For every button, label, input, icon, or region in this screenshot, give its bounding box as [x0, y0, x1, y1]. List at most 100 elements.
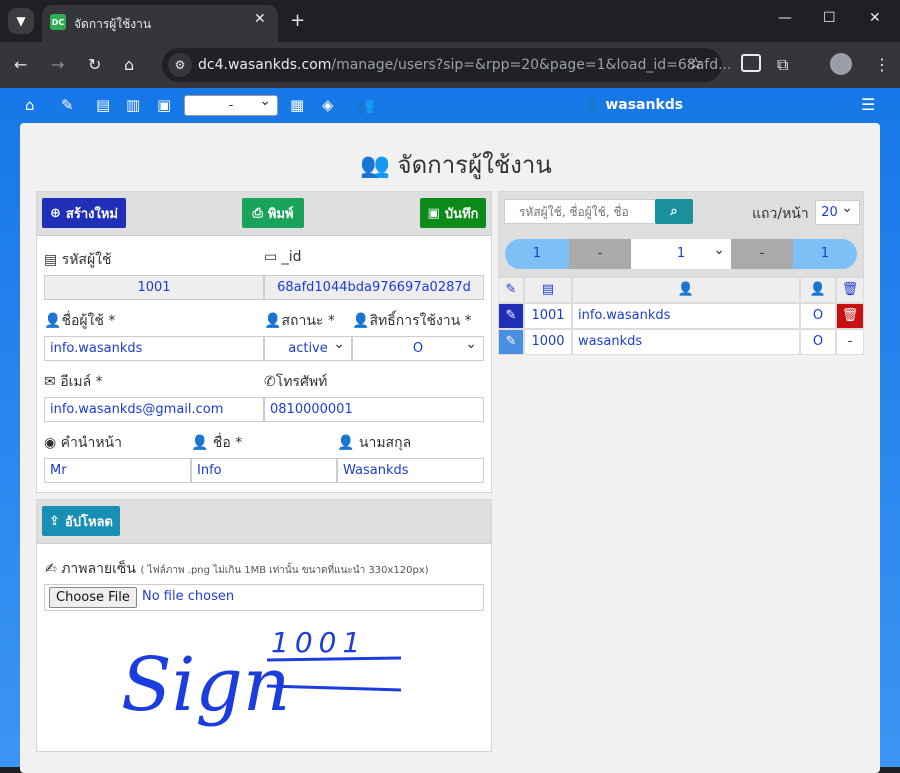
url-path: /manage/users?sip=&rpp=20&page=1&load_id…	[331, 57, 732, 73]
pager-last[interactable]: 1	[793, 239, 857, 269]
signature-hint: ( ไฟล์ภาพ .png ไม่เกิน 1MB เท่านั้น ขนาด…	[140, 565, 429, 576]
user-icon: 👤	[337, 435, 359, 451]
address-bar[interactable]: ⚙ dc4.wasankds.com/manage/users?sip=&rpp…	[162, 48, 731, 82]
username-field[interactable]: info.wasankds	[44, 336, 264, 361]
email-label: อีเมล์ *	[60, 374, 103, 390]
userid-field[interactable]: 1001	[44, 275, 264, 300]
tab-search-button[interactable]: ▼	[8, 8, 34, 34]
print-label: พิมพ์	[267, 206, 294, 222]
delete-row-button[interactable]: 🗑	[836, 303, 864, 329]
user-icon: 👤	[583, 97, 606, 113]
print-icon: ⎙	[252, 205, 263, 221]
users-gear-icon: 👥	[360, 151, 398, 179]
role-select[interactable]: O	[352, 336, 484, 361]
row-role: O	[800, 303, 836, 329]
edit-row-button[interactable]: ✎	[498, 303, 524, 329]
userid-label-wrap: ▤ รหัสผู้ใช้	[44, 249, 112, 271]
upload-icon: ⇪	[49, 513, 60, 529]
file-input[interactable]: Choose File No file chosen	[44, 584, 484, 611]
id-badge-icon: ▭	[264, 249, 282, 265]
prefix-field[interactable]: Mr	[44, 458, 191, 483]
reload-icon[interactable]: ↻	[88, 55, 101, 74]
signature-stroke-top	[266, 656, 402, 662]
minimize-icon[interactable]: —	[778, 10, 792, 26]
save-button[interactable]: ▣ บันทึก	[420, 198, 486, 228]
search-button[interactable]: ⌕	[655, 199, 693, 224]
home-icon[interactable]: ⌂	[124, 55, 134, 74]
upload-button[interactable]: ⇪ อัปโหลด	[42, 506, 120, 536]
tab-title: จัดการผู้ใช้งาน	[74, 17, 152, 31]
search-icon: ⌕	[670, 204, 678, 219]
pager-next[interactable]: -	[731, 239, 793, 269]
money-icon[interactable]: ▣	[157, 96, 171, 114]
pager-first[interactable]: 1	[505, 239, 569, 269]
extensions-icon[interactable]: ⧉	[777, 55, 788, 75]
file-icon[interactable]: ▤	[96, 96, 110, 114]
userid-label: รหัสผู้ใช้	[61, 252, 112, 268]
new-tab-button[interactable]: +	[290, 10, 305, 31]
row-id: 1001	[524, 303, 572, 329]
email-field[interactable]: info.wasankds@gmail.com	[44, 397, 264, 422]
col-edit-icon: ✎	[498, 277, 524, 303]
calendar-icon[interactable]: ▦	[290, 96, 304, 114]
row-username: info.wasankds	[572, 303, 800, 329]
maximize-icon[interactable]: ☐	[823, 10, 836, 26]
phone-field[interactable]: 0810000001	[264, 397, 484, 422]
document-icon[interactable]: ▥	[126, 96, 140, 114]
search-input[interactable]	[504, 199, 656, 224]
row-delete-disabled: -	[836, 329, 864, 355]
upload-label: อัปโหลด	[64, 514, 113, 530]
id-field[interactable]: 68afd1044bda976697a0287d	[264, 275, 484, 300]
nav-select[interactable]: -	[184, 92, 278, 116]
name-field[interactable]: Info	[191, 458, 337, 483]
bookmark-star-icon[interactable]: ☆	[688, 54, 703, 74]
users-icon[interactable]: 👥	[356, 96, 375, 114]
user-icon: 👤	[191, 435, 213, 451]
home-nav-icon[interactable]: ⌂	[25, 96, 35, 114]
plus-icon: ⊕	[50, 205, 61, 221]
col-user-icon: 👤	[572, 277, 800, 303]
profile-avatar[interactable]	[830, 53, 852, 75]
back-icon[interactable]: ←	[14, 55, 27, 74]
choose-file-button[interactable]: Choose File	[49, 587, 137, 608]
role-label-wrap: 👤สิทธิ์การใช้งาน *	[352, 310, 472, 332]
user-check-icon: 👤	[264, 313, 282, 329]
phone-icon: ✆	[264, 374, 276, 390]
row-id: 1000	[524, 329, 572, 355]
pager-select[interactable]: 1	[631, 235, 731, 269]
name-label: ชื่อ *	[212, 435, 243, 451]
name-label-wrap: 👤 ชื่อ *	[191, 432, 242, 454]
create-button[interactable]: ⊕ สร้างใหม่	[42, 198, 126, 228]
phone-label: โทรศัพท์	[275, 374, 328, 390]
save-label: บันทึก	[444, 206, 479, 222]
site-info-icon[interactable]: ⚙	[168, 53, 192, 77]
edit-row-button[interactable]: ✎	[498, 329, 524, 355]
forward-icon[interactable]: →	[51, 55, 64, 74]
browser-menu-icon[interactable]: ⋮	[874, 55, 890, 74]
envelope-icon: ✉	[44, 374, 61, 390]
print-button[interactable]: ⎙ พิมพ์	[242, 198, 304, 228]
url-host: dc4.wasankds.com	[198, 57, 332, 73]
nav-user[interactable]: 👤 wasankds	[583, 97, 683, 113]
edit-doc-icon[interactable]: ✎	[61, 96, 74, 114]
prefix-label: คำนำหน้า	[60, 435, 122, 451]
close-window-icon[interactable]: ✕	[869, 10, 881, 26]
pager-prev[interactable]: -	[569, 239, 631, 269]
browser-tab-bar: ▼ DC จัดการผู้ใช้งาน ✕ + — ☐ ✕	[0, 0, 900, 42]
browser-tab[interactable]: DC จัดการผู้ใช้งาน ✕	[42, 5, 278, 42]
id-label-wrap: ▭ _id	[264, 249, 301, 265]
page-title: จัดการผู้ใช้งาน	[397, 151, 552, 179]
rows-per-page-select[interactable]: 20	[815, 200, 860, 225]
layers-icon[interactable]: ◈	[322, 96, 334, 114]
pager: 1 - 1 - 1	[505, 235, 857, 269]
list-toolbar: ⌕ แถว/หน้า 20 1 - 1 - 1	[498, 191, 864, 277]
cast-icon[interactable]	[741, 54, 761, 72]
col-role-icon: 👤	[800, 277, 836, 303]
surname-label: นามสกุล	[358, 435, 412, 451]
status-select[interactable]: active	[264, 336, 352, 361]
col-delete-icon: 🗑	[836, 277, 864, 303]
close-tab-icon[interactable]: ✕	[254, 11, 266, 27]
hamburger-menu-icon[interactable]: ☰	[861, 95, 875, 114]
surname-field[interactable]: Wasankds	[337, 458, 484, 483]
signature-image: Sign 1001	[121, 626, 402, 728]
